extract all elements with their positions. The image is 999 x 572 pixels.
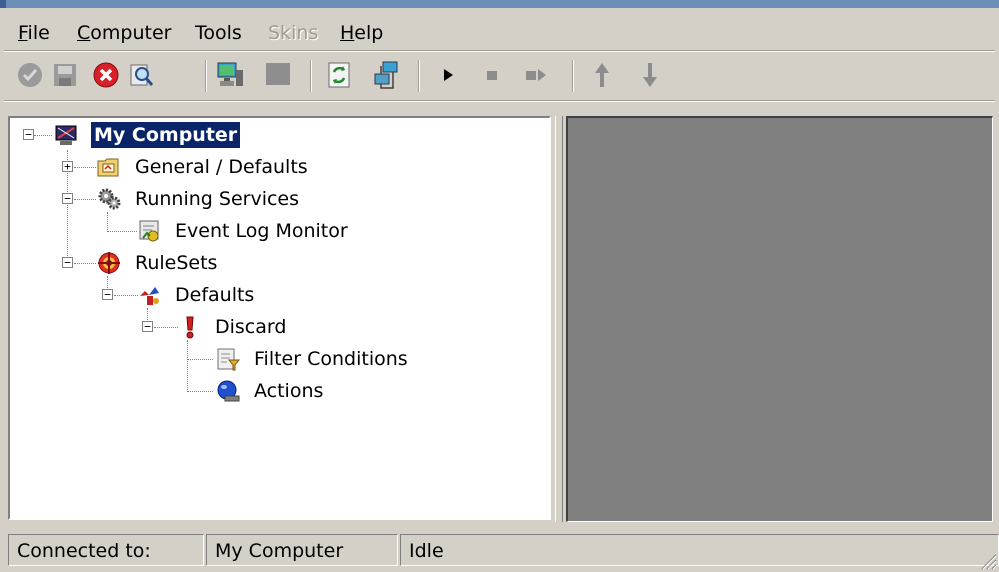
menu-file[interactable]: File (16, 20, 52, 46)
window-title-edge (0, 0, 999, 8)
network-config-icon (374, 61, 398, 89)
tree-connector (187, 391, 213, 392)
tree-connector (74, 167, 96, 168)
tree-node-discard[interactable]: Discard (212, 314, 289, 340)
tree-connector (114, 295, 138, 296)
tree-connector (74, 263, 96, 264)
status-connected-label: Connected to: (8, 534, 204, 566)
toolbar-bottom-rule (4, 100, 995, 102)
network-config-button[interactable] (370, 60, 402, 90)
arrow-down-icon (643, 63, 657, 87)
save-icon (54, 64, 76, 86)
menu-bar: File Computer Tools Skins Help (0, 10, 999, 50)
discard-icon (177, 314, 203, 340)
step-icon (526, 69, 546, 81)
status-computer-name: My Computer (206, 534, 398, 566)
menu-help[interactable]: Help (338, 20, 385, 46)
status-state: Idle (400, 534, 999, 566)
delete-icon (93, 62, 119, 88)
expander-defaults[interactable]: − (102, 289, 113, 300)
splitter-handle (555, 116, 563, 522)
menu-computer[interactable]: Computer (75, 20, 173, 46)
tree-node-my-computer[interactable]: My Computer (89, 121, 242, 149)
expander-rulesets[interactable]: − (62, 257, 73, 268)
tree-node-general-defaults[interactable]: General / Defaults (132, 154, 311, 180)
stop-button[interactable] (476, 60, 508, 90)
save-button[interactable] (49, 60, 81, 90)
disconnect-computer-icon (266, 63, 290, 85)
actions-icon (215, 378, 241, 404)
running-services-icon (96, 186, 122, 212)
tree-view[interactable]: − My Computer + General / Defaults − Run… (8, 116, 551, 520)
play-button[interactable] (432, 60, 464, 90)
connect-computer-button[interactable] (214, 60, 246, 90)
defaults-icon (137, 282, 163, 308)
details-pane (566, 116, 993, 522)
connect-computer-icon (217, 62, 243, 86)
toolbar (0, 52, 999, 98)
tree-connector (34, 135, 52, 136)
rulesets-icon (96, 250, 122, 276)
tree-node-event-log-monitor[interactable]: Event Log Monitor (172, 218, 351, 244)
expander-my-computer[interactable]: − (23, 129, 34, 140)
tree-connector (187, 340, 188, 392)
my-computer-icon (54, 122, 80, 148)
refresh-button[interactable] (324, 60, 356, 90)
tree-connector (187, 359, 213, 360)
menu-skins[interactable]: Skins (266, 20, 320, 46)
refresh-icon (328, 62, 350, 88)
delete-button[interactable] (90, 60, 122, 90)
resize-grip-icon[interactable] (977, 550, 997, 570)
tree-connector (107, 231, 137, 232)
expander-discard[interactable]: − (142, 321, 153, 332)
expander-running-services[interactable]: − (62, 193, 73, 204)
tree-node-running-services[interactable]: Running Services (132, 186, 302, 212)
menu-tools[interactable]: Tools (193, 20, 244, 46)
stop-icon (487, 71, 497, 80)
title-edge-cap (0, 0, 6, 8)
tree-connector (74, 199, 96, 200)
general-defaults-icon (96, 154, 122, 180)
tree-node-rulesets[interactable]: RuleSets (132, 250, 220, 276)
event-log-monitor-icon (137, 218, 163, 244)
checkmark-icon (18, 63, 42, 87)
toolbar-separator (572, 60, 574, 92)
pane-splitter[interactable] (553, 116, 565, 522)
status-bar: Connected to: My Computer Idle (0, 528, 999, 572)
disconnect-computer-button[interactable] (262, 60, 294, 90)
tree-connector (154, 327, 178, 328)
move-down-button[interactable] (634, 60, 666, 90)
step-button[interactable] (520, 60, 552, 90)
tree-node-defaults[interactable]: Defaults (172, 282, 257, 308)
toolbar-separator (418, 60, 420, 92)
toolbar-separator (310, 60, 312, 92)
move-up-button[interactable] (586, 60, 618, 90)
find-button[interactable] (125, 60, 157, 90)
arrow-up-icon (595, 63, 609, 87)
filter-conditions-icon (215, 346, 241, 372)
checkmark-button[interactable] (14, 60, 46, 90)
find-icon (130, 64, 154, 86)
tree-node-actions[interactable]: Actions (251, 378, 326, 404)
expander-general-defaults[interactable]: + (62, 161, 73, 172)
toolbar-separator (205, 60, 207, 92)
play-icon (444, 69, 453, 81)
tree-node-filter-conditions[interactable]: Filter Conditions (251, 346, 411, 372)
tree-connector (107, 212, 108, 232)
